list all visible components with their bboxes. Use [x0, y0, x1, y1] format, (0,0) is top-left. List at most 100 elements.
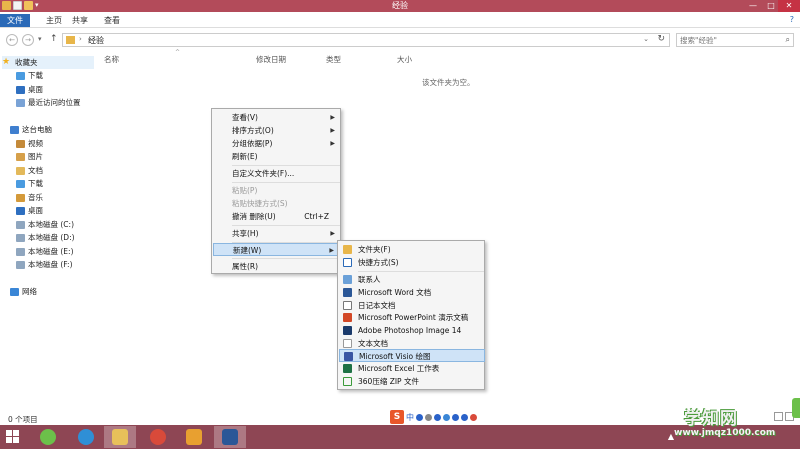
tab-share[interactable]: 共享 [64, 14, 96, 27]
address-row: ← → ▾ ↑ › 经验 ⌄ ↻ ⌕ [0, 30, 800, 50]
zip-icon [343, 377, 352, 386]
nav-item-drive-d[interactable]: 本地磁盘 (D:) [16, 231, 75, 244]
nav-network[interactable]: 网络 [10, 285, 37, 298]
help-icon[interactable]: ? [790, 15, 794, 24]
punctuation-icon[interactable] [425, 413, 432, 421]
menu-label: Microsoft Excel 工作表 [358, 364, 440, 373]
nav-item-downloads[interactable]: 下载 [16, 69, 43, 82]
excel-icon [343, 364, 352, 373]
skin-icon[interactable] [461, 413, 468, 421]
taskbar-explorer[interactable] [104, 426, 136, 448]
column-header-size[interactable]: 大小 [397, 54, 412, 65]
keyboard-icon[interactable] [443, 413, 450, 421]
star-icon: ★ [2, 57, 11, 67]
nav-item-drive-f[interactable]: 本地磁盘 (F:) [16, 258, 73, 271]
recent-locations-icon[interactable]: ▾ [38, 35, 42, 43]
address-bar[interactable]: › 经验 ⌄ ↻ [62, 33, 670, 47]
menu-label: Microsoft PowerPoint 演示文稿 [358, 313, 469, 322]
new-item-zip[interactable]: 360压缩 ZIP 文件 [339, 375, 485, 388]
tools-icon[interactable] [470, 413, 477, 421]
moon-icon[interactable] [416, 413, 423, 421]
forward-button[interactable]: → [22, 34, 34, 46]
menu-item-share[interactable]: 共享(H) ▶ [213, 227, 341, 240]
refresh-icon[interactable]: ↻ [657, 34, 665, 44]
new-item-powerpoint[interactable]: Microsoft PowerPoint 演示文稿 [339, 311, 485, 324]
menu-label: Microsoft Word 文档 [358, 288, 432, 297]
nav-label: 本地磁盘 (F:) [28, 260, 73, 269]
chevron-down-icon[interactable]: ⌄ [643, 35, 649, 43]
voice-icon[interactable] [434, 413, 441, 421]
new-item-word[interactable]: Microsoft Word 文档 [339, 286, 485, 299]
nav-item-drive-e[interactable]: 本地磁盘 (E:) [16, 245, 74, 258]
menu-item-view[interactable]: 查看(V) ▶ [213, 111, 341, 124]
nav-item-desktop[interactable]: 桌面 [16, 83, 43, 96]
nav-item-recent[interactable]: 最近访问的位置 [16, 96, 81, 109]
taskbar-360-safe[interactable] [32, 426, 64, 448]
taskbar-ie[interactable] [70, 426, 102, 448]
new-item-visio[interactable]: Microsoft Visio 绘图 [339, 349, 485, 362]
tab-file[interactable]: 文件 [0, 14, 30, 27]
breadcrumb-current[interactable]: 经验 [88, 35, 104, 46]
search-box[interactable]: ⌕ [676, 33, 794, 47]
taskbar-chrome[interactable] [142, 426, 174, 448]
folder-app-icon [186, 429, 202, 445]
column-header-type[interactable]: 类型 [326, 54, 341, 65]
internet-explorer-icon [78, 429, 94, 445]
menu-item-undo[interactable]: 撤消 删除(U) Ctrl+Z [213, 210, 341, 223]
menu-separator [232, 225, 340, 226]
menu-item-properties[interactable]: 属性(R) [213, 260, 341, 273]
menu-label: 文本文档 [358, 339, 388, 348]
minimize-button[interactable]: — [746, 0, 760, 12]
nav-item-pc-desktop[interactable]: 桌面 [16, 204, 43, 217]
pictures-folder-icon [16, 153, 25, 161]
network-icon [10, 288, 19, 296]
back-button[interactable]: ← [6, 34, 18, 46]
search-icon[interactable]: ⌕ [786, 35, 790, 45]
new-item-photoshop[interactable]: Adobe Photoshop Image 14 [339, 324, 485, 337]
close-button[interactable]: ✕ [778, 0, 800, 12]
nav-favorites[interactable]: ★ 收藏夹 [2, 56, 94, 69]
nav-item-drive-c[interactable]: 本地磁盘 (C:) [16, 218, 74, 231]
recent-places-icon [16, 99, 25, 107]
user-icon[interactable] [452, 413, 459, 421]
menu-item-group[interactable]: 分组依据(P) ▶ [213, 137, 341, 150]
submenu-arrow-icon: ▶ [329, 247, 334, 254]
drive-icon [16, 221, 25, 229]
nav-item-documents[interactable]: 文档 [16, 164, 43, 177]
taskbar-folder-app[interactable] [178, 426, 210, 448]
up-icon[interactable]: ↑ [50, 34, 58, 44]
new-item-excel[interactable]: Microsoft Excel 工作表 [339, 362, 485, 375]
window-title: 经验 [392, 1, 408, 10]
column-header-name[interactable]: 名称 [104, 54, 119, 65]
menu-item-refresh[interactable]: 刷新(E) [213, 150, 341, 163]
photoshop-icon [343, 326, 352, 335]
nav-label: 下载 [28, 179, 43, 188]
windows-start-icon[interactable] [6, 430, 20, 444]
nav-item-pc-downloads[interactable]: 下载 [16, 177, 43, 190]
new-item-folder[interactable]: 文件夹(F) [339, 243, 485, 256]
menu-item-customize[interactable]: 自定义文件夹(F)... [213, 167, 341, 180]
nav-item-music[interactable]: 音乐 [16, 191, 43, 204]
tab-view[interactable]: 查看 [96, 14, 128, 27]
nav-item-pictures[interactable]: 图片 [16, 150, 43, 163]
new-item-shortcut[interactable]: 快捷方式(S) [339, 256, 485, 269]
menu-label: 排序方式(O) [232, 126, 274, 135]
taskbar-word[interactable] [214, 426, 246, 448]
chevron-right-icon[interactable]: › [79, 35, 82, 43]
menu-item-sort[interactable]: 排序方式(O) ▶ [213, 124, 341, 137]
sogou-logo-icon[interactable]: S [390, 410, 404, 424]
nav-label: 图片 [28, 152, 43, 161]
nav-label: 下载 [28, 71, 43, 80]
menu-item-new[interactable]: 新建(W) ▶ [213, 243, 341, 256]
column-header-date[interactable]: 修改日期 [256, 54, 286, 65]
nav-this-pc[interactable]: 这台电脑 [10, 123, 52, 136]
maximize-button[interactable]: □ [764, 0, 778, 12]
ime-mode[interactable]: 中 [406, 412, 414, 423]
new-item-contact[interactable]: 联系人 [339, 273, 485, 286]
nav-label: 本地磁盘 (D:) [28, 233, 75, 242]
desktop-icon [16, 86, 25, 94]
menu-label: 撤消 删除(U) [232, 212, 276, 221]
nav-label: 收藏夹 [15, 58, 38, 67]
nav-item-videos[interactable]: 视频 [16, 137, 43, 150]
search-input[interactable] [677, 34, 777, 46]
